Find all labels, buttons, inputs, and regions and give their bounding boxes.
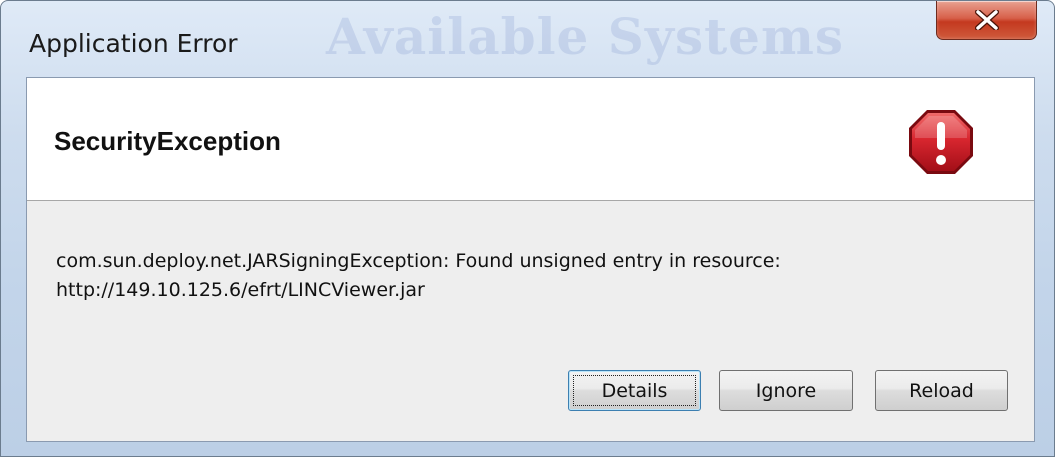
details-button[interactable]: Details [568,370,701,411]
background-watermark: Available Systems [326,7,845,66]
details-button-label: Details [573,375,696,406]
window-title: Application Error [29,29,238,58]
exception-title: SecurityException [54,126,281,156]
dialog-header: SecurityException [27,78,1034,201]
close-icon [974,10,999,30]
close-button[interactable] [936,1,1037,40]
reload-button[interactable]: Reload [875,370,1008,411]
application-error-window: Available Systems Application Error Secu… [0,0,1055,457]
error-message-line-2: http://149.10.125.6/efrt/LINCViewer.jar [56,279,425,301]
dialog-content: SecurityException com.sun.deploy.net.JAR… [26,77,1035,442]
title-bar[interactable]: Available Systems Application Error [1,1,1054,77]
ignore-button[interactable]: Ignore [719,370,853,411]
error-message-line-1: com.sun.deploy.net.JARSigningException: … [56,250,781,272]
error-message: com.sun.deploy.net.JARSigningException: … [56,247,781,305]
stop-error-icon [909,110,973,174]
